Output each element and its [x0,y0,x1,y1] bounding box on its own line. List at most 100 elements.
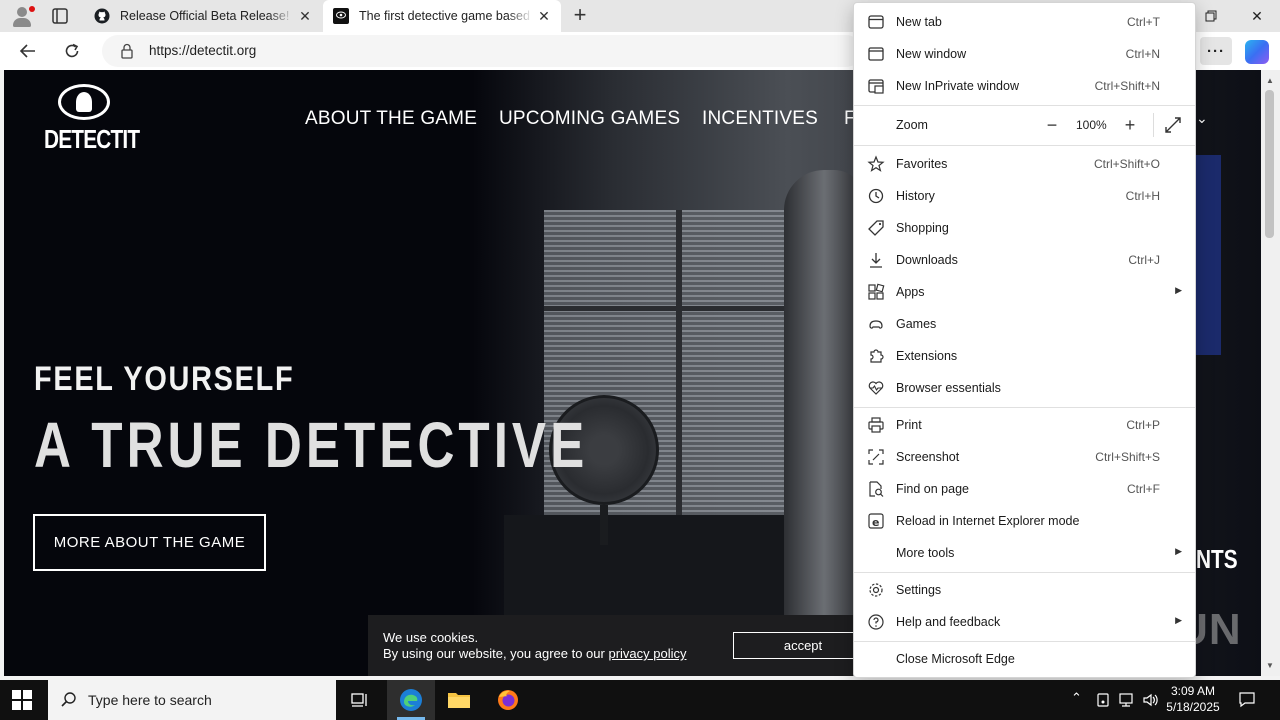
clock-time: 3:09 AM [1170,684,1216,698]
chevron-up-icon[interactable]: ⌃ [1071,690,1082,706]
zoom-out-icon[interactable]: − [1041,114,1063,136]
menu-label: Browser essentials [896,381,1001,395]
file-explorer-icon[interactable] [435,680,483,720]
menu-item-print[interactable]: Print Ctrl+P [854,409,1195,441]
volume-icon[interactable] [1142,692,1160,708]
nav-upcoming-games[interactable]: UPCOMING GAMES [499,108,680,130]
windows-start-icon[interactable] [12,690,32,710]
settings-and-more-menu: New tab Ctrl+T New window Ctrl+N New InP… [853,2,1196,678]
menu-item-shopping[interactable]: Shopping [854,212,1195,244]
menu-label: Zoom [896,118,928,132]
shopping-tag-icon [868,220,884,236]
window-frame [544,306,804,311]
menu-item-favorites[interactable]: Favorites Ctrl+Shift+O [854,148,1195,180]
menu-item-help-and-feedback[interactable]: Help and feedback ▶ [854,606,1195,638]
menu-label: Find on page [896,482,969,496]
ie-icon: e [868,513,884,529]
favorites-icon [867,155,885,172]
detectit-logo[interactable]: DETECTIT [44,84,140,154]
firefox-icon[interactable] [484,680,532,720]
address-bar[interactable]: https://detectit.org [102,35,862,67]
refresh-icon[interactable] [58,38,86,64]
download-icon [870,253,882,268]
gear-icon [869,583,883,597]
find-icon [869,481,884,497]
menu-item-new-inprivate-window[interactable]: New InPrivate window Ctrl+Shift+N [854,70,1195,102]
menu-item-history[interactable]: History Ctrl+H [854,180,1195,212]
page-scrollbar[interactable]: ▲ ▼ [1261,70,1280,676]
tab-title: Release Official Beta Release! · Bli [120,9,294,23]
menu-item-find-on-page[interactable]: Find on page Ctrl+F [854,473,1195,505]
scroll-up-arrow-icon[interactable]: ▲ [1266,76,1274,85]
logo-text: DETECTIT [44,124,140,154]
privacy-policy-link[interactable]: privacy policy [608,646,686,661]
menu-item-extensions[interactable]: Extensions [854,340,1195,372]
menu-item-downloads[interactable]: Downloads Ctrl+J [854,244,1195,276]
extensions-icon [870,349,884,363]
chevron-down-icon[interactable]: ⌄ [1196,110,1208,127]
menu-item-more-tools[interactable]: More tools ▶ [854,537,1195,569]
zoom-divider [1153,113,1154,137]
menu-item-games[interactable]: Games [854,308,1195,340]
menu-label: Downloads [896,253,958,267]
menu-item-apps[interactable]: Apps ▶ [854,276,1195,308]
tab-detectit[interactable]: The first detective game based on ✕ [323,0,561,32]
menu-label: Favorites [896,157,948,171]
zoom-in-icon[interactable]: + [1119,114,1141,136]
menu-shortcut: Ctrl+Shift+O [1093,157,1160,171]
menu-shortcut: Ctrl+F [1127,482,1160,496]
chevron-right-icon: ▶ [1175,546,1182,556]
menu-item-settings[interactable]: Settings [854,574,1195,606]
edge-taskbar-icon[interactable] [387,680,435,720]
window-frame [676,210,682,530]
search-placeholder: Type here to search [88,692,212,708]
settings-and-more-button[interactable]: ··· [1200,37,1232,65]
menu-shortcut: Ctrl+T [1127,15,1160,29]
menu-item-browser-essentials[interactable]: Browser essentials [854,372,1195,404]
nav-about-the-game[interactable]: ABOUT THE GAME [305,108,477,130]
menu-item-new-window[interactable]: New window Ctrl+N [854,38,1195,70]
device-icon[interactable] [1095,692,1111,708]
fullscreen-icon[interactable] [1162,114,1184,136]
menu-item-screenshot[interactable]: Screenshot Ctrl+Shift+S [854,441,1195,473]
tab-github[interactable]: Release Official Beta Release! · Bli ✕ [84,0,322,32]
more-about-game-button[interactable]: MORE ABOUT THE GAME [33,514,266,571]
scroll-down-arrow-icon[interactable]: ▼ [1266,661,1274,670]
menu-shortcut: Ctrl+Shift+N [1094,79,1160,93]
new-window-icon [868,47,884,61]
menu-item-reload-ie-mode[interactable]: e Reload in Internet Explorer mode [854,505,1195,537]
hero-subtitle: FEEL YOURSELF [34,360,295,398]
chevron-right-icon: ▶ [1175,615,1182,625]
menu-item-close-edge[interactable]: Close Microsoft Edge [854,643,1195,675]
cookie-consent-text: By using our website, you agree to our p… [383,646,687,661]
network-icon[interactable] [1118,692,1136,708]
profile-avatar-icon[interactable] [9,4,35,28]
taskbar-search-box[interactable]: Type here to search [48,680,336,720]
close-window-icon[interactable]: ✕ [1234,0,1280,32]
scrollbar-thumb[interactable] [1265,90,1274,238]
lock-icon[interactable] [120,43,134,59]
menu-label: Reload in Internet Explorer mode [896,514,1080,528]
new-tab-button[interactable]: + [568,4,592,28]
menu-label: New tab [896,15,942,29]
menu-shortcut: Ctrl+N [1125,47,1160,61]
windows-taskbar: Type here to search ⌃ 3:09 AM 5/18/2025 [0,680,1280,720]
nav-incentives[interactable]: INCENTIVES [702,108,818,130]
menu-label: Apps [896,285,925,299]
accept-cookies-button[interactable]: accept [733,632,873,659]
system-clock[interactable]: 3:09 AM 5/18/2025 [1160,683,1226,715]
cookie-text: We use cookies. [383,630,479,645]
tab-close-icon[interactable]: ✕ [533,5,555,27]
url-text[interactable]: https://detectit.org [149,43,256,58]
back-arrow-icon[interactable] [14,38,42,64]
menu-label: New InPrivate window [896,79,1019,93]
tab-close-icon[interactable]: ✕ [294,5,316,27]
github-icon [94,8,110,24]
notification-icon[interactable] [1238,690,1256,708]
tab-actions-icon[interactable] [48,6,72,26]
menu-item-new-tab[interactable]: New tab Ctrl+T [854,6,1195,38]
task-view-icon[interactable] [336,680,384,720]
side-heading-fragment: NTS [1196,544,1238,574]
menu-separator [854,572,1195,573]
copilot-icon[interactable] [1245,40,1269,64]
